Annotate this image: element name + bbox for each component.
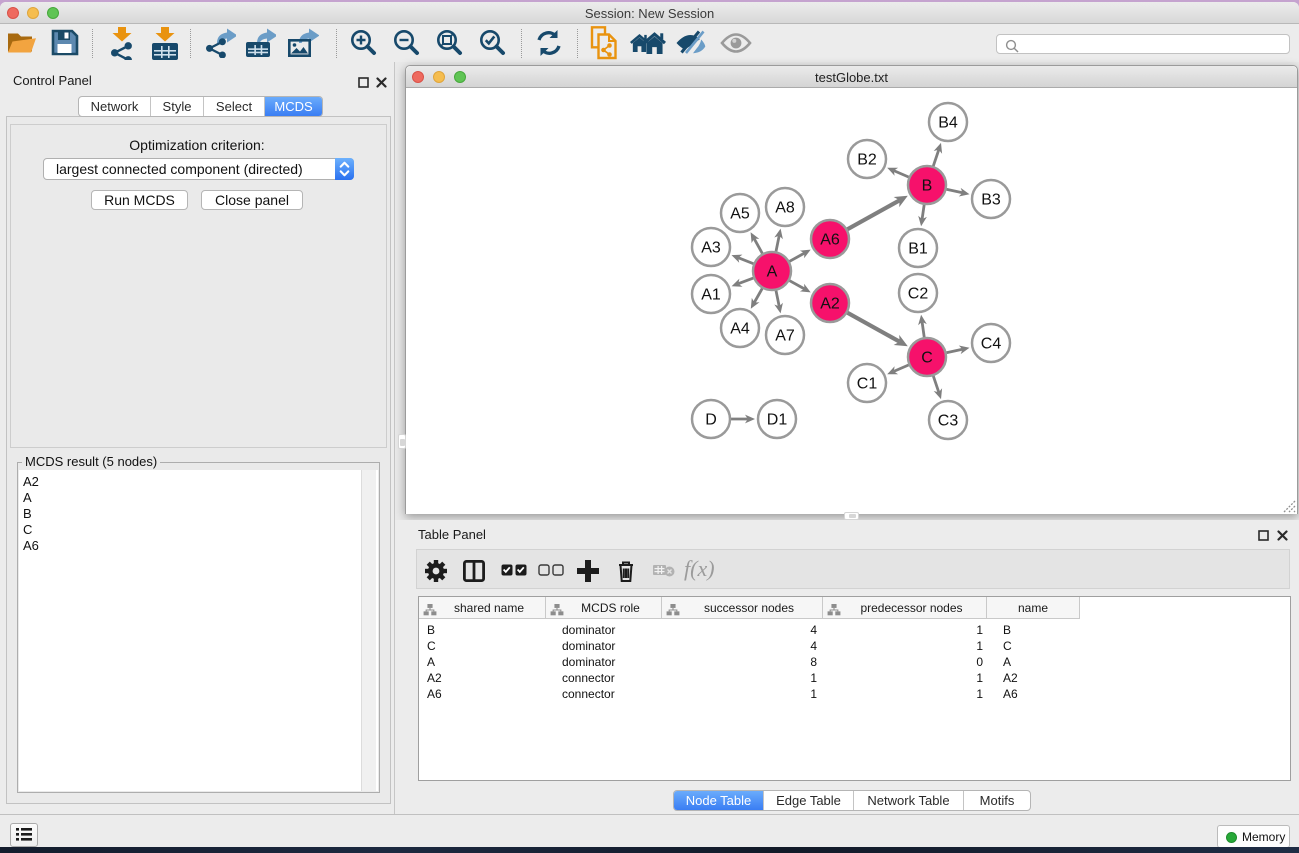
- svg-text:B1: B1: [908, 241, 928, 258]
- svg-text:D1: D1: [767, 412, 788, 429]
- svg-text:C: C: [921, 350, 933, 367]
- svg-text:B2: B2: [857, 152, 877, 169]
- svg-text:B3: B3: [981, 192, 1001, 209]
- svg-text:A3: A3: [701, 240, 721, 257]
- svg-text:A: A: [767, 264, 778, 281]
- svg-text:A7: A7: [775, 328, 795, 345]
- svg-text:C4: C4: [981, 336, 1002, 353]
- svg-text:A6: A6: [820, 232, 840, 249]
- svg-text:C1: C1: [857, 376, 878, 393]
- svg-text:C2: C2: [908, 286, 929, 303]
- svg-text:A1: A1: [701, 287, 721, 304]
- svg-text:C3: C3: [938, 413, 959, 430]
- svg-text:A2: A2: [820, 296, 840, 313]
- svg-text:B4: B4: [938, 115, 958, 132]
- svg-text:A4: A4: [730, 321, 750, 338]
- svg-text:A5: A5: [730, 206, 750, 223]
- svg-text:D: D: [705, 412, 717, 429]
- svg-text:A8: A8: [775, 200, 795, 217]
- svg-text:B: B: [922, 178, 933, 195]
